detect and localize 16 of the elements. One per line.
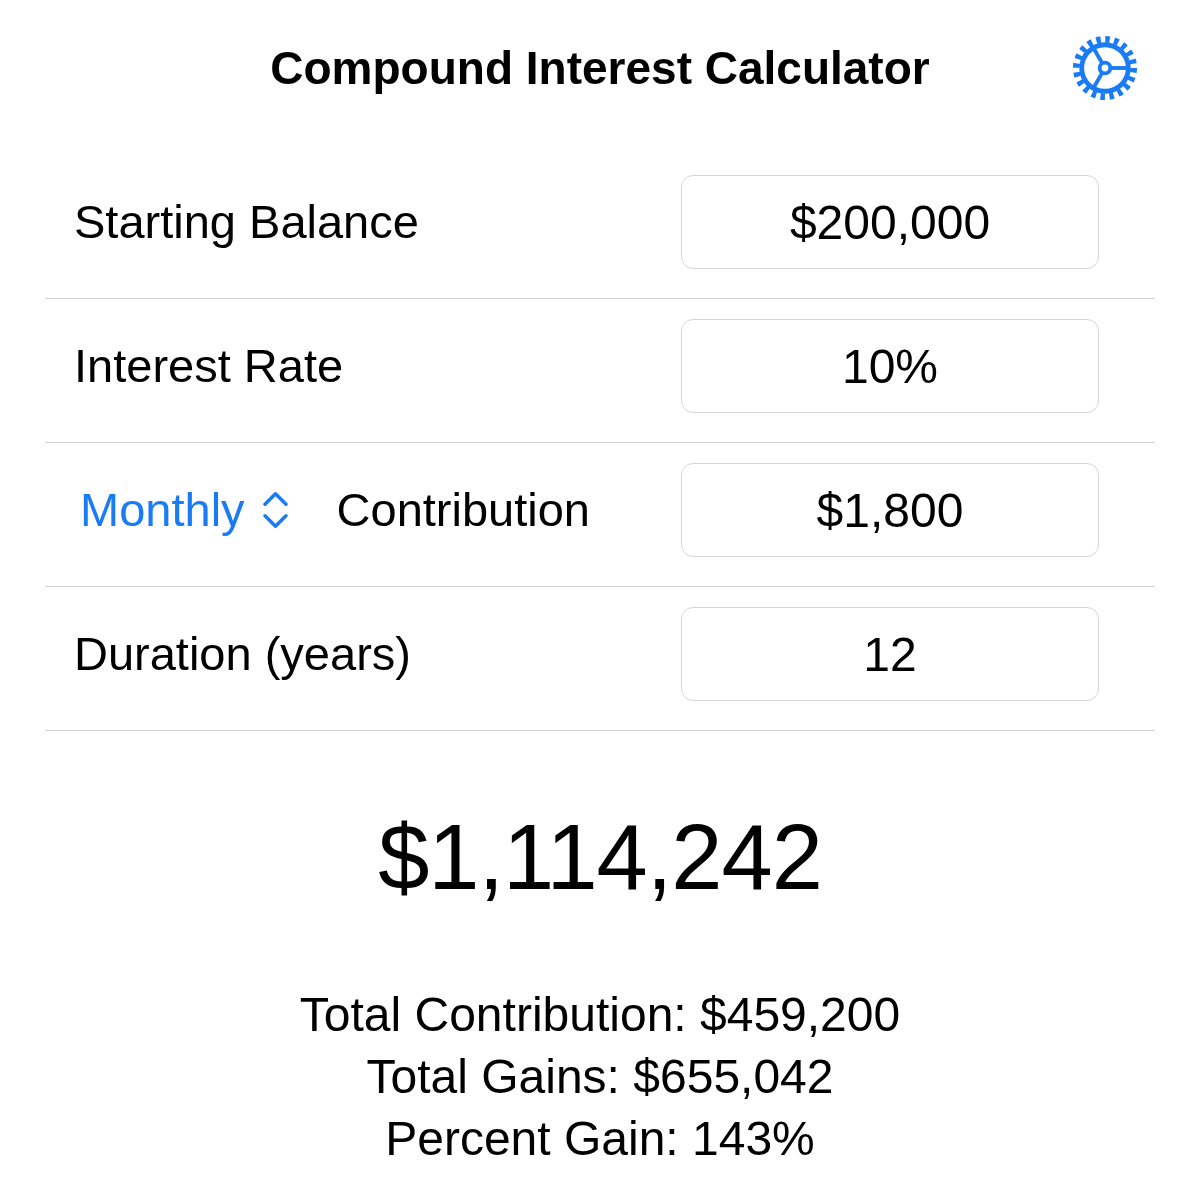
summary-text: Total Gains: $655,042 (366, 1049, 834, 1105)
field-label: Contribution (336, 483, 590, 537)
screen-title: Compound Interest Calculator (270, 41, 930, 95)
input-field[interactable]: 12 (681, 607, 1099, 701)
field-label: Starting Balance (74, 195, 419, 249)
frequency-picker[interactable]: Monthly (74, 483, 289, 537)
summary-text: Total Contribution: $459,200 (299, 987, 901, 1043)
input-field[interactable]: $200,000 (681, 175, 1099, 269)
result-amount: $1,114,242 (377, 807, 823, 907)
field-label: Duration (years) (74, 627, 411, 681)
field-label: Interest Rate (74, 339, 344, 393)
input-field[interactable]: $1,800 (681, 463, 1099, 557)
summary-text: Percent Gain: 143% (385, 1111, 815, 1167)
settings-icon[interactable] (1072, 35, 1138, 101)
chevron-up-down-icon (261, 490, 289, 530)
input-field[interactable]: 10% (681, 319, 1099, 413)
